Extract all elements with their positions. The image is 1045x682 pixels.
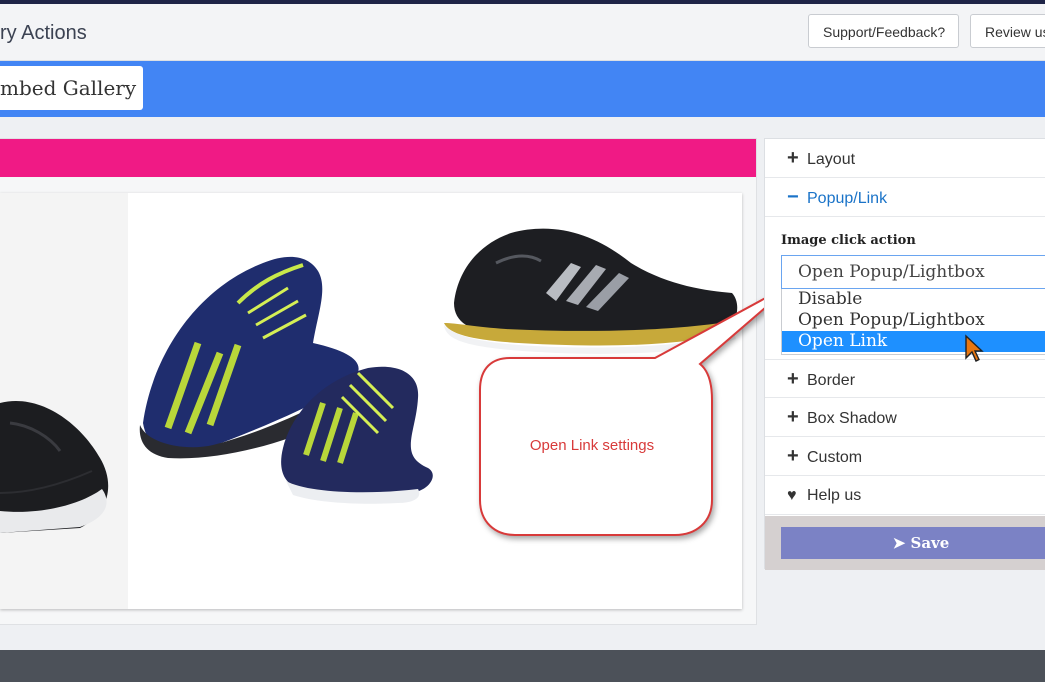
section-help-us[interactable]: ♥ Help us xyxy=(765,476,1045,515)
image-click-action-label: Image click action xyxy=(781,233,916,248)
settings-sidebar: + Layout − Popup/Link Image click action O… xyxy=(764,138,1045,570)
plus-icon: + xyxy=(787,406,799,428)
minus-icon: − xyxy=(787,186,799,208)
option-open-link[interactable]: Open Link xyxy=(782,331,1045,352)
plus-icon: + xyxy=(787,147,799,169)
heart-icon: ♥ xyxy=(787,487,797,504)
section-label: Custom xyxy=(807,449,863,466)
section-custom[interactable]: + Custom xyxy=(765,437,1045,476)
section-border[interactable]: + Border xyxy=(765,359,1045,398)
plus-icon: + xyxy=(787,368,799,390)
section-label: Layout xyxy=(807,151,856,168)
option-disable[interactable]: Disable xyxy=(782,289,1045,310)
click-action-dropdown: Disable Open Popup/Lightbox Open Link xyxy=(781,289,1045,355)
plus-icon: + xyxy=(787,445,799,467)
save-button[interactable]: ➤ Save xyxy=(781,527,1045,559)
mouse-cursor-icon xyxy=(965,334,984,362)
send-icon: ➤ xyxy=(892,534,906,552)
section-label: Help us xyxy=(807,487,862,504)
footer-bar xyxy=(0,650,1045,682)
section-label: Popup/Link xyxy=(807,190,888,207)
section-label: Box Shadow xyxy=(807,410,897,427)
save-area: ➤ Save xyxy=(765,516,1045,570)
section-layout[interactable]: + Layout xyxy=(765,139,1045,178)
callout-text: Open Link settings xyxy=(530,437,654,454)
option-open-popup[interactable]: Open Popup/Lightbox xyxy=(782,310,1045,331)
save-label: Save xyxy=(910,534,950,552)
section-label: Border xyxy=(807,372,856,389)
section-popup-link[interactable]: − Popup/Link xyxy=(765,178,1045,217)
section-box-shadow[interactable]: + Box Shadow xyxy=(765,398,1045,437)
image-click-action-select[interactable]: Open Popup/Lightbox xyxy=(781,255,1045,289)
